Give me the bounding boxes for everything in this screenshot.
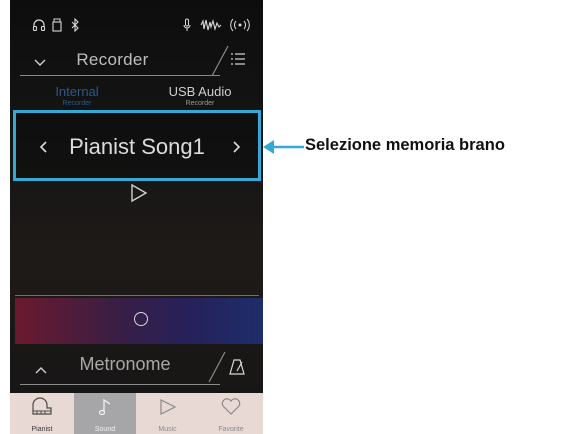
- callout-label: Selezione memoria brano: [305, 136, 505, 154]
- music-note-icon: [98, 398, 111, 416]
- audio-level-icon: [200, 18, 222, 34]
- piano-icon: [32, 397, 52, 415]
- section-divider: [15, 295, 259, 296]
- nav-favorite[interactable]: Favorite: [199, 393, 263, 434]
- app-screen: Recorder Internal Recorder USB Audio Rec…: [10, 0, 263, 434]
- tab-internal-recorder[interactable]: Internal Recorder: [27, 84, 127, 107]
- recorder-title: Recorder: [76, 50, 149, 69]
- list-menu-icon[interactable]: [230, 52, 246, 71]
- nav-label: Music: [158, 426, 177, 433]
- record-bar: [15, 298, 263, 344]
- record-button[interactable]: [134, 312, 148, 326]
- song-memory-selector: Pianist Song1: [13, 110, 261, 181]
- heart-icon: [221, 398, 241, 415]
- tab-usb-audio-recorder[interactable]: USB Audio Recorder: [150, 84, 250, 107]
- bluetooth-icon: [70, 17, 80, 34]
- play-button[interactable]: [130, 183, 148, 208]
- metronome-title: Metronome: [79, 354, 171, 374]
- header-divider-slash: [210, 44, 230, 83]
- previous-song-button[interactable]: [39, 135, 49, 159]
- headphones-icon: [32, 18, 46, 34]
- tab-label: USB Audio: [168, 84, 232, 99]
- play-icon: [160, 399, 177, 415]
- nav-pianist[interactable]: Pianist: [10, 393, 74, 434]
- bottom-nav: Pianist Sound Music Favorite: [10, 393, 263, 434]
- nav-label: Favorite: [218, 426, 244, 433]
- recorder-header: Recorder: [10, 45, 263, 77]
- metronome-header: Metronome: [10, 351, 263, 383]
- nav-label: Sound: [94, 426, 116, 433]
- tab-sublabel: Recorder: [185, 100, 215, 107]
- nav-label: Pianist: [31, 426, 53, 433]
- song-name: Pianist Song1: [69, 134, 205, 159]
- wireless-icon: [229, 18, 251, 34]
- next-song-button[interactable]: [231, 135, 241, 159]
- header-divider: [20, 75, 220, 76]
- metronome-icon[interactable]: [229, 358, 245, 381]
- metronome-divider: [20, 384, 220, 385]
- nav-sound[interactable]: Sound: [74, 393, 136, 434]
- status-bar: [10, 17, 263, 34]
- nav-music[interactable]: Music: [136, 393, 199, 434]
- microphone-icon: [182, 18, 192, 34]
- tab-sublabel: Recorder: [62, 100, 92, 107]
- tab-label: Internal: [55, 84, 99, 99]
- usb-drive-icon: [52, 18, 62, 34]
- callout-arrow: [263, 140, 304, 154]
